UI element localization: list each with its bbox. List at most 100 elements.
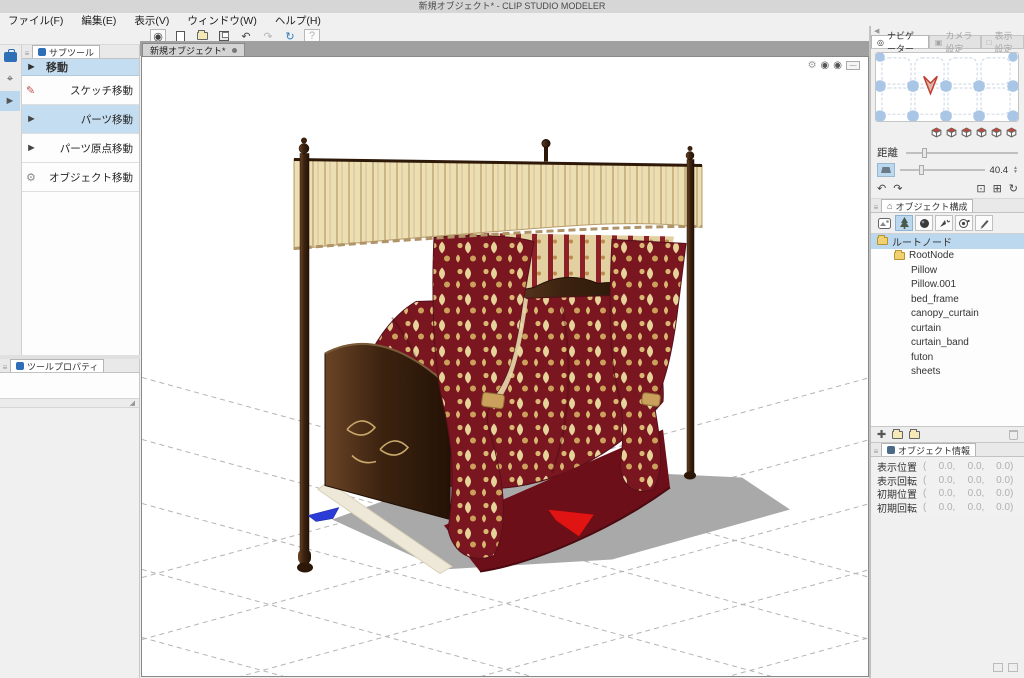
tool-strip: ⌖ ► — [0, 45, 22, 355]
info-value: 0.0, — [926, 461, 955, 472]
material-sphere-icon[interactable] — [915, 215, 933, 231]
subtool-item[interactable]: ►パーツ移動 — [22, 105, 139, 134]
subtool-item[interactable]: ⚙オブジェクト移動 — [22, 163, 139, 192]
tree-node[interactable]: Pillow — [871, 263, 1024, 278]
application-window: 新規オブジェクト* - CLIP STUDIO MODELER ファイル(F) 編… — [0, 0, 1024, 678]
tree-node[interactable]: futon — [871, 350, 1024, 365]
subtool-item[interactable]: ✎スケッチ移動 — [22, 76, 139, 105]
tool-property-tab-icon — [16, 362, 24, 370]
manipulator-icon[interactable] — [935, 215, 953, 231]
document-tab[interactable]: 新規オブジェクト* — [142, 43, 245, 56]
zoom-reset-icon[interactable]: ⊞ — [993, 182, 1002, 195]
tab-navigator[interactable]: ◎ナビゲーター — [871, 35, 929, 48]
info-row: 表示回転(0.0,0.0,0.0) — [877, 474, 1018, 488]
undo-icon[interactable]: ↶ — [877, 182, 886, 195]
panel-menu-icon[interactable]: ≡ — [871, 203, 881, 212]
camera-preset-cube-icon[interactable] — [990, 126, 1003, 139]
camera-preset-cube-icon[interactable] — [1005, 126, 1018, 139]
tree-node-icon[interactable] — [895, 215, 913, 231]
info-label: 初期回転 — [877, 500, 923, 515]
tree-node[interactable]: bed_frame — [871, 292, 1024, 307]
shading-sphere-icon[interactable]: ◉ — [833, 60, 842, 71]
parts-move-icon: ► — [26, 113, 42, 125]
spinner-icons[interactable]: ▲▼ — [1013, 166, 1018, 174]
render-sphere-icon[interactable]: ◉ — [821, 60, 830, 71]
menu-edit[interactable]: 編集(E) — [81, 13, 116, 28]
navigator-node-dots — [875, 52, 1019, 122]
window-title: 新規オブジェクト* - CLIP STUDIO MODELER — [419, 1, 606, 11]
distance-slider[interactable] — [906, 148, 1018, 158]
sketch-move-icon: ✎ — [26, 84, 42, 97]
refresh-view-icon[interactable]: ↻ — [1009, 182, 1018, 195]
camera-preset-cube-icon[interactable] — [930, 126, 943, 139]
toolbox-icon[interactable] — [0, 47, 20, 67]
info-row: 表示位置(0.0,0.0,0.0) — [877, 460, 1018, 474]
tree-node-label: bed_frame — [911, 294, 959, 305]
subtool-item-label: オブジェクト移動 — [42, 170, 133, 185]
tab-subtool[interactable]: サブツール — [32, 45, 100, 58]
camera-icon[interactable] — [955, 215, 973, 231]
settings-small-icon[interactable] — [1008, 663, 1018, 672]
add-folder-icon[interactable] — [892, 431, 903, 439]
viewport-3d-scene[interactable] — [142, 57, 869, 677]
measure-tool-icon[interactable]: ⌖ — [0, 69, 20, 89]
subtool-item[interactable]: ►パーツ原点移動 — [22, 134, 139, 163]
info-value: 0.0) — [984, 488, 1013, 499]
bed-model[interactable] — [294, 138, 790, 574]
menu-view[interactable]: 表示(V) — [134, 13, 169, 28]
panel-menu-icon[interactable]: ≡ — [0, 363, 10, 372]
viewport-3d[interactable]: ⚙ ◉ ◉ — [141, 56, 869, 677]
right-panel: ◀ ◎ナビゲーター▣カメラ設定□表示設定 距離 — [870, 26, 1024, 678]
subtool-group-move[interactable]: ► 移動 — [22, 59, 139, 76]
camera-position-icon[interactable] — [924, 76, 938, 93]
panel-menu-icon[interactable]: ≡ — [22, 49, 32, 58]
tab-object-structure[interactable]: ⌂ オブジェクト構成 — [881, 199, 973, 212]
import-folder-icon[interactable] — [909, 431, 920, 439]
info-value: 0.0, — [955, 502, 984, 513]
tab-display-settings[interactable]: □表示設定 — [981, 35, 1024, 48]
scale-figure-icon[interactable] — [993, 663, 1003, 672]
collapse-bar-icon[interactable] — [846, 61, 860, 70]
info-value: 0.0, — [955, 475, 984, 486]
distance-value[interactable]: 40.4 — [990, 165, 1009, 176]
navigator-tabs: ◎ナビゲーター▣カメラ設定□表示設定 — [871, 35, 1024, 49]
collapse-arrow-icon[interactable]: ◀ — [874, 27, 879, 35]
delete-trash-icon — [1009, 430, 1018, 440]
tree-node[interactable]: ルートノード — [871, 234, 1024, 249]
tree-node[interactable]: canopy_curtain — [871, 307, 1024, 322]
perspective-slider[interactable] — [900, 165, 985, 175]
fit-view-icon[interactable]: ⊡ — [976, 182, 985, 195]
tree-node-label: sheets — [911, 366, 940, 377]
camera-preset-cube-icon[interactable] — [945, 126, 958, 139]
menu-help[interactable]: ヘルプ(H) — [275, 13, 321, 28]
perspective-icon[interactable] — [877, 163, 895, 177]
history-row: ↶ ↷ ⊡ ⊞ ↻ — [871, 177, 1024, 199]
tree-node-label: curtain_band — [911, 337, 969, 348]
tab-camera-settings[interactable]: ▣カメラ設定 — [929, 35, 981, 48]
tree-node[interactable]: curtain_band — [871, 336, 1024, 351]
add-node-icon[interactable]: ✚ — [877, 428, 886, 441]
gear-icon[interactable]: ⚙ — [808, 60, 817, 71]
info-value: 0.0) — [984, 461, 1013, 472]
tree-node[interactable]: RootNode — [871, 249, 1024, 264]
navigator-preview[interactable] — [875, 52, 1019, 122]
monitor-icon: □ — [987, 38, 992, 47]
scene-icon[interactable] — [875, 215, 893, 231]
camera-preset-cube-icon[interactable] — [975, 126, 988, 139]
folder-icon — [894, 252, 905, 260]
object-structure-header: ≡ ⌂ オブジェクト構成 — [871, 199, 1024, 213]
tool-property-content — [0, 373, 139, 399]
tab-tool-property[interactable]: ツールプロパティ — [10, 359, 104, 372]
tree-node[interactable]: curtain — [871, 321, 1024, 336]
tree-node[interactable]: Pillow.001 — [871, 278, 1024, 293]
tree-node[interactable]: sheets — [871, 365, 1024, 380]
move-tool-icon[interactable]: ► — [0, 91, 20, 111]
tab-object-info[interactable]: オブジェクト情報 — [881, 443, 976, 456]
menu-window[interactable]: ウィンドウ(W) — [187, 13, 256, 28]
viewport-controls: ⚙ ◉ ◉ — [808, 60, 860, 71]
menu-file[interactable]: ファイル(F) — [8, 13, 63, 28]
panel-menu-icon[interactable]: ≡ — [871, 447, 881, 456]
compass-icon: ◎ — [877, 38, 884, 47]
camera-preset-cube-icon[interactable] — [960, 126, 973, 139]
material-pen-icon[interactable] — [975, 215, 993, 231]
